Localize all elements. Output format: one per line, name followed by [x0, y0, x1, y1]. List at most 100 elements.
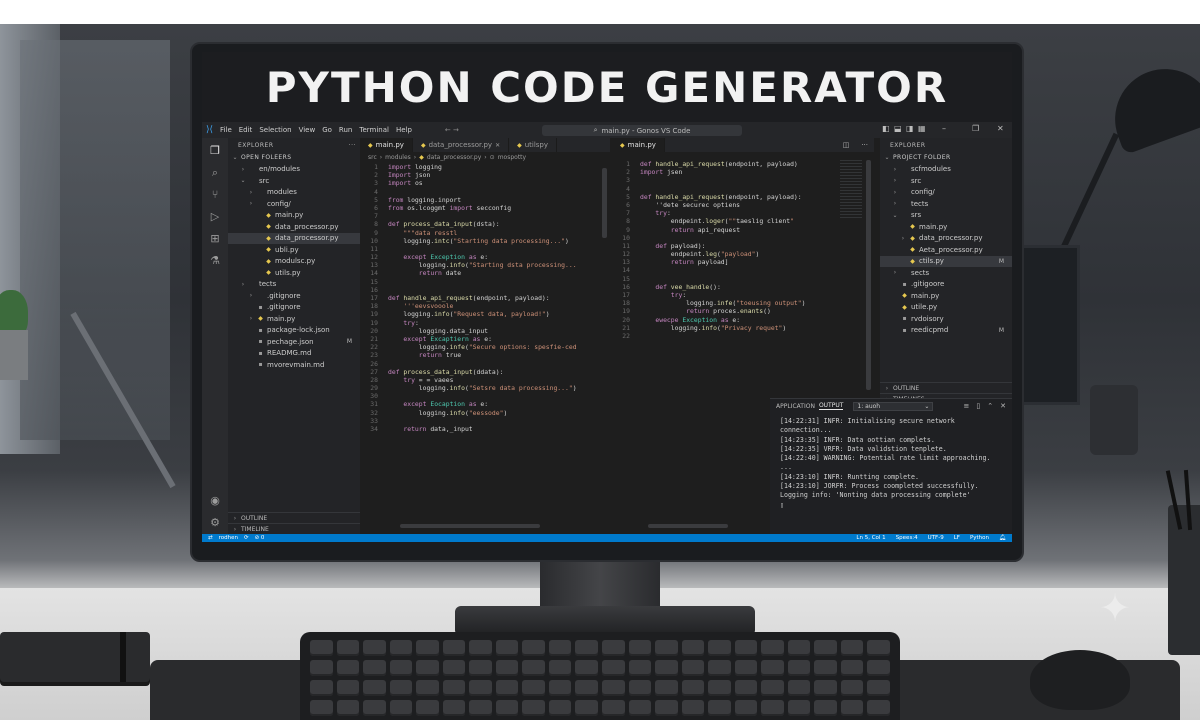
code-area-left[interactable]: 1 import logging 2 Import json 3 import os 4 5 f…: [360, 163, 610, 433]
layout-custom-icon[interactable]: ▦: [918, 124, 926, 133]
layout-secondary-icon[interactable]: ◨: [906, 124, 914, 133]
tree-item[interactable]: ◆ utils.py: [228, 267, 360, 279]
tree-item[interactable]: ▪ mvorevmain.md: [228, 359, 360, 371]
nav-arrows[interactable]: ← →: [445, 126, 459, 134]
more-icon[interactable]: ···: [349, 142, 356, 149]
tree-item[interactable]: › .gitignore: [228, 290, 360, 302]
search-icon[interactable]: ⌕: [208, 166, 222, 180]
remote-icon[interactable]: ⇄: [208, 535, 213, 541]
more-icon[interactable]: ···: [855, 138, 874, 152]
split-editor-icon[interactable]: ◫: [837, 138, 856, 152]
menu-item-help[interactable]: Help: [396, 126, 412, 134]
output-log[interactable]: [14:22:31] INFR: Initialising secure net…: [770, 413, 1012, 514]
section-project-folder[interactable]: ⌄ PROJECT FOLDER: [880, 152, 1012, 164]
close-icon[interactable]: ✕: [997, 124, 1004, 133]
extensions-icon[interactable]: ⊞: [208, 232, 222, 246]
tab-main-py[interactable]: ◆ main.py: [360, 138, 413, 152]
tree-item[interactable]: ▪ rvdoisory: [880, 313, 1012, 325]
tree-item[interactable]: ◆ ctils.py M: [880, 255, 1012, 267]
tree-item[interactable]: › scfmodules: [880, 164, 1012, 176]
maximize-icon[interactable]: ❐: [972, 124, 979, 133]
flask-icon[interactable]: ⚗: [208, 254, 222, 268]
line-ending[interactable]: LF: [954, 535, 960, 541]
menu-item-go[interactable]: Go: [322, 126, 332, 134]
tree-item[interactable]: › ◆ main.py: [228, 313, 360, 325]
lock-icon[interactable]: ▯: [976, 402, 980, 410]
tree-item[interactable]: ⌄ srs: [880, 210, 1012, 222]
menu-item-view[interactable]: View: [299, 126, 316, 134]
tree-item[interactable]: › modules: [228, 187, 360, 199]
close-icon[interactable]: ✕: [1000, 402, 1006, 410]
gear-icon[interactable]: ⚙: [208, 516, 222, 530]
scrollbar-horizontal[interactable]: [400, 524, 540, 528]
tab-utils[interactable]: ◆ utilspy: [509, 138, 558, 152]
tree-item[interactable]: › config/: [228, 198, 360, 210]
tree-item[interactable]: ◆ ubli.py: [228, 244, 360, 256]
section-open-folders[interactable]: ⌄ OPEN FOLEERS: [228, 152, 360, 164]
files-icon[interactable]: ❐: [208, 144, 222, 158]
code-area-right[interactable]: 1 def handle_api_request(endpoint, payloa…: [612, 160, 874, 340]
tree-item[interactable]: ⌄ src: [228, 175, 360, 187]
tree-item[interactable]: ▪ package-lock.json: [228, 325, 360, 337]
sync-icon[interactable]: ⟳: [244, 535, 249, 541]
breadcrumb-item[interactable]: modules: [385, 154, 411, 161]
encoding[interactable]: UTF-9: [928, 535, 944, 541]
minimize-icon[interactable]: –: [942, 124, 946, 133]
tree-item[interactable]: › config/: [880, 187, 1012, 199]
tree-item[interactable]: ◆ main.py: [880, 221, 1012, 233]
account-icon[interactable]: ◉: [208, 494, 222, 508]
tree-item[interactable]: ▪ READMG.md: [228, 348, 360, 360]
tree-item[interactable]: › ◆ data_processor.py: [880, 233, 1012, 245]
breadcrumb-item[interactable]: data_processor.py: [427, 154, 481, 161]
indentation[interactable]: Spees:4: [896, 535, 918, 541]
scrollbar-vertical[interactable]: [602, 168, 607, 238]
tree-item[interactable]: ▪ reedicpmd M: [880, 325, 1012, 337]
language-mode[interactable]: Python: [970, 535, 989, 541]
scrollbar-vertical[interactable]: [866, 160, 871, 390]
tree-item[interactable]: ▪ .gitigoore: [880, 279, 1012, 291]
tree-item[interactable]: ◆ modulsc.py: [228, 256, 360, 268]
menu-item-selection[interactable]: Selection: [259, 126, 291, 134]
layout-panel-icon[interactable]: ⬓: [894, 124, 902, 133]
tree-item[interactable]: ▪ .gitignore: [228, 302, 360, 314]
layout-sidebar-icon[interactable]: ◧: [882, 124, 890, 133]
branch-label[interactable]: rodhen: [219, 535, 238, 541]
output-channel-select[interactable]: 1: auoh ⌄: [853, 401, 934, 411]
menu-item-file[interactable]: File: [220, 126, 232, 134]
menu-item-edit[interactable]: Edit: [239, 126, 253, 134]
tree-item[interactable]: ◆ main.py: [880, 290, 1012, 302]
tree-item[interactable]: › en/modules: [228, 164, 360, 176]
source-control-icon[interactable]: ⑂: [208, 188, 222, 202]
run-debug-icon[interactable]: ▷: [208, 210, 222, 224]
filter-icon[interactable]: ≡: [964, 402, 970, 410]
command-center[interactable]: ⌕ main.py - Gonos VS Code: [542, 125, 742, 136]
tab-data-processor[interactable]: ◆ data_processor.py ✕: [413, 138, 510, 152]
tree-item[interactable]: › src: [880, 175, 1012, 187]
tree-item[interactable]: › sects: [880, 267, 1012, 279]
tree-item[interactable]: ◆ main.py: [228, 210, 360, 222]
timeline-section[interactable]: › TIMELINE: [228, 523, 360, 534]
outline-section[interactable]: › OUTLINE: [880, 382, 1012, 393]
breadcrumb-item[interactable]: mospotty: [498, 154, 526, 161]
breadcrumb-item[interactable]: src: [368, 154, 377, 161]
menu-item-run[interactable]: Run: [339, 126, 352, 134]
cursor-position[interactable]: Ln 5, Col 1: [856, 535, 885, 541]
scrollbar-horizontal[interactable]: [648, 524, 728, 528]
outline-section[interactable]: › OUTLINE: [228, 512, 360, 523]
tree-item[interactable]: › tects: [880, 198, 1012, 210]
panel-tab-application[interactable]: APPLICATION: [776, 403, 815, 410]
tree-item[interactable]: ◆ data_processor.py: [228, 221, 360, 233]
tree-item[interactable]: › tects: [228, 279, 360, 291]
maximize-panel-icon[interactable]: ⌃: [987, 402, 993, 410]
tab-main-py-right[interactable]: ◆ main.py: [612, 138, 665, 152]
problems-count[interactable]: ⊘ 0: [255, 535, 265, 541]
panel-tab-output[interactable]: OUTPUT: [818, 402, 844, 410]
close-icon[interactable]: ✕: [495, 142, 500, 149]
bell-icon[interactable]: 🔔︎: [999, 535, 1006, 541]
minimap[interactable]: [840, 160, 862, 220]
tree-item[interactable]: ◆ data_processor.py: [228, 232, 360, 244]
menu-item-terminal[interactable]: Terminal: [359, 126, 389, 134]
tree-item[interactable]: ◆ utile.py: [880, 302, 1012, 314]
tree-item[interactable]: ▪ pechage.json M: [228, 336, 360, 348]
tree-item[interactable]: ◆ Aeta_processor.py: [880, 244, 1012, 256]
